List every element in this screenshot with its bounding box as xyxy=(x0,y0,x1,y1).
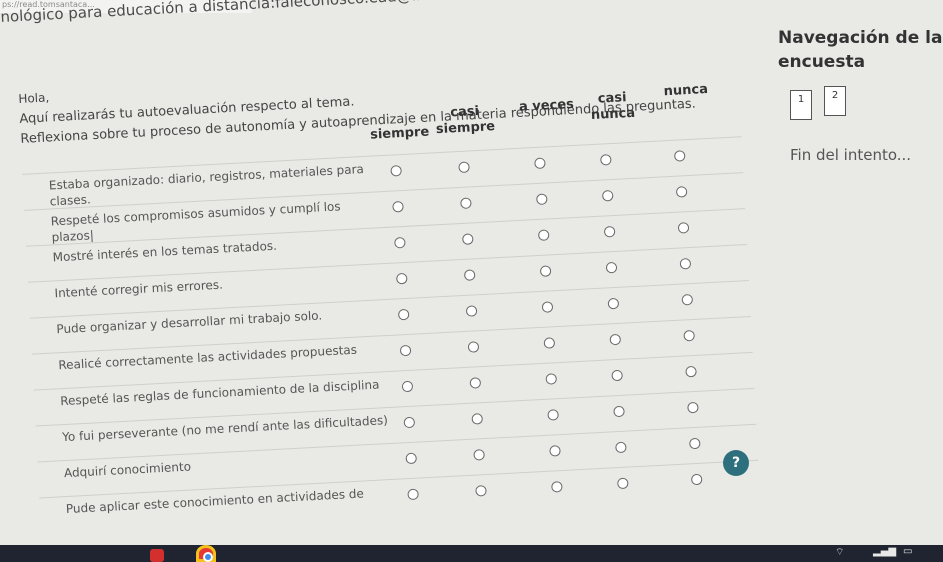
radio-4[interactable] xyxy=(607,297,620,310)
radio-5[interactable] xyxy=(679,258,692,270)
radio-4[interactable] xyxy=(613,405,625,418)
radio-3[interactable] xyxy=(547,409,559,421)
radio-3[interactable] xyxy=(549,445,561,457)
greeting: Hola, xyxy=(18,90,50,106)
help-icon[interactable]: ? xyxy=(723,450,749,476)
radio-4[interactable] xyxy=(603,225,616,238)
question-text: Pude aplicar este conocimiento en activi… xyxy=(65,486,365,517)
radio-5[interactable] xyxy=(673,150,686,162)
radio-2[interactable] xyxy=(465,305,478,317)
radio-3[interactable] xyxy=(541,301,554,313)
radio-4[interactable] xyxy=(609,333,622,346)
radio-1[interactable] xyxy=(401,380,414,393)
radio-3[interactable] xyxy=(543,337,556,349)
radio-3[interactable] xyxy=(534,157,546,170)
wifi-icon: ⌔ xyxy=(835,547,845,558)
radio-2[interactable] xyxy=(463,269,476,281)
radio-5[interactable] xyxy=(677,222,690,234)
radio-5[interactable] xyxy=(683,329,695,342)
signal-icon: ▂▄▆ xyxy=(873,546,897,557)
radio-2[interactable] xyxy=(475,485,487,497)
radio-5[interactable] xyxy=(689,437,701,450)
survey-form: Hola, Aquí realizarás tu autoevaluación … xyxy=(18,54,771,552)
radio-1[interactable] xyxy=(405,452,417,465)
taskbar xyxy=(0,545,943,562)
radio-5[interactable] xyxy=(687,401,699,414)
radio-1[interactable] xyxy=(394,236,406,249)
column-header-casi-nunca: casi nunca xyxy=(590,90,636,124)
app-icon[interactable] xyxy=(150,549,164,562)
question-text: Intenté corregir mis errores. xyxy=(54,277,224,301)
column-header-casi-siempre: casi siempre xyxy=(435,103,496,138)
question-text: Adquirí conocimiento xyxy=(63,459,192,481)
radio-3[interactable] xyxy=(537,229,550,241)
radio-1[interactable] xyxy=(396,272,408,285)
radio-2[interactable] xyxy=(469,377,482,389)
radio-2[interactable] xyxy=(460,197,472,209)
radio-3[interactable] xyxy=(551,481,563,493)
nav-page-2-button[interactable]: 2 xyxy=(824,86,846,116)
radio-2[interactable] xyxy=(467,341,480,353)
radio-5[interactable] xyxy=(675,186,688,198)
course-header: nológico para educación a distancia:fale… xyxy=(0,0,459,26)
radio-2[interactable] xyxy=(473,449,485,461)
navigation-title: Navegación de la encuesta xyxy=(778,28,943,72)
radio-4[interactable] xyxy=(601,189,614,202)
radio-2[interactable] xyxy=(458,161,470,174)
radio-3[interactable] xyxy=(539,265,552,277)
radio-2[interactable] xyxy=(462,233,474,245)
radio-5[interactable] xyxy=(685,365,697,378)
radio-4[interactable] xyxy=(615,441,627,454)
nav-page-1-button[interactable]: 1 xyxy=(790,90,812,120)
radio-4[interactable] xyxy=(605,261,618,274)
radio-4[interactable] xyxy=(600,154,612,166)
radio-1[interactable] xyxy=(403,416,416,429)
chrome-icon[interactable] xyxy=(196,545,216,562)
radio-3[interactable] xyxy=(545,373,558,385)
radio-5[interactable] xyxy=(681,293,694,306)
radio-4[interactable] xyxy=(611,369,623,382)
radio-1[interactable] xyxy=(407,488,419,501)
radio-3[interactable] xyxy=(536,193,548,206)
battery-icon: ▭ xyxy=(903,546,913,557)
radio-1[interactable] xyxy=(392,200,404,213)
column-header-siempre: siempre xyxy=(369,124,430,143)
radio-1[interactable] xyxy=(397,308,410,321)
question-text: Pude organizar y desarrollar mi trabajo … xyxy=(56,308,323,337)
radio-4[interactable] xyxy=(617,477,629,490)
column-header-nunca: nunca xyxy=(663,81,709,100)
question-text: Yo fui perseverante (no me rendí ante la… xyxy=(61,413,389,445)
finish-attempt-link[interactable]: Fin del intento... xyxy=(790,146,911,164)
radio-2[interactable] xyxy=(471,413,484,425)
question-text: Respeté las reglas de funcionamiento de … xyxy=(59,377,380,409)
radio-1[interactable] xyxy=(390,165,402,177)
radio-1[interactable] xyxy=(399,344,412,357)
radio-5[interactable] xyxy=(690,473,703,486)
question-text: Realicé correctamente las actividades pr… xyxy=(57,342,358,373)
